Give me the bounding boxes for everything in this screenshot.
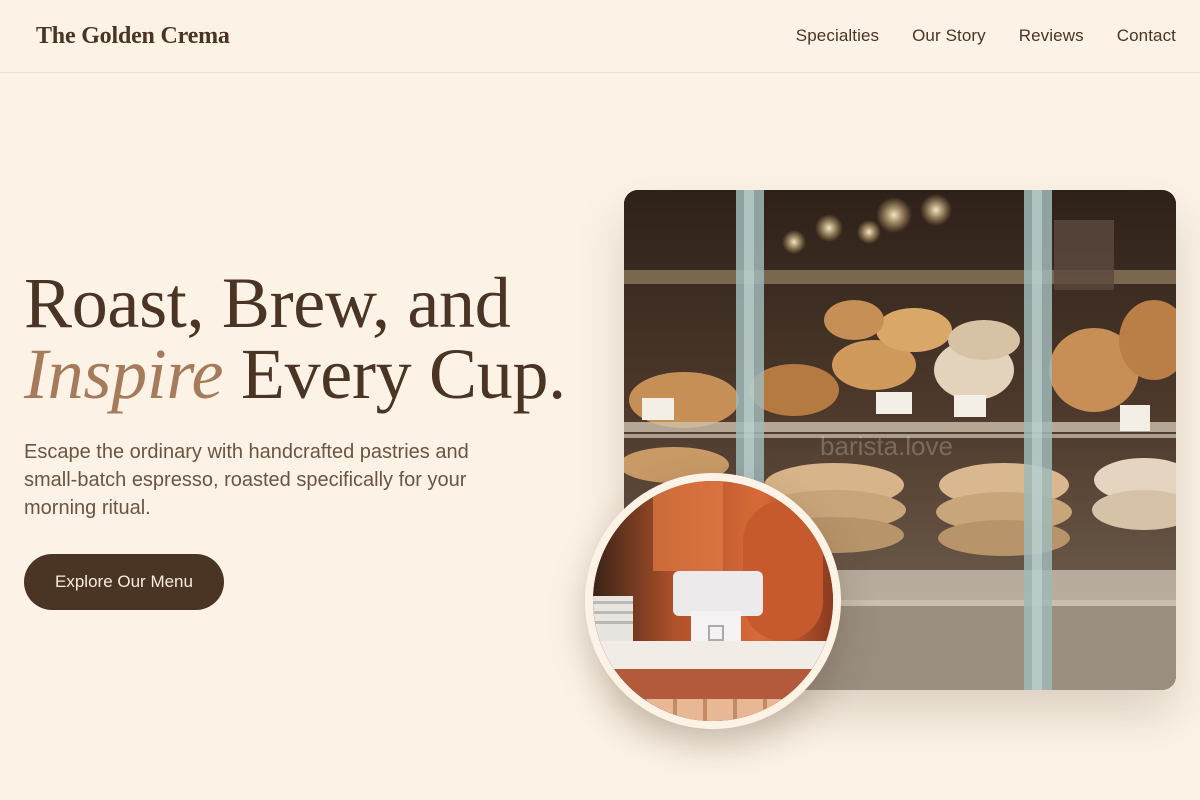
nav-link-specialties[interactable]: Specialties (796, 26, 879, 46)
watermark-text: barista.love (820, 431, 953, 461)
nav-link-our-story[interactable]: Our Story (912, 26, 986, 46)
navbar: The Golden Crema Specialties Our Story R… (0, 0, 1200, 73)
site-logo[interactable]: The Golden Crema (36, 23, 230, 50)
nav-link-contact[interactable]: Contact (1117, 26, 1176, 46)
hero-title: Roast, Brew, and Inspire Every Cup. (24, 267, 566, 410)
hero-title-line2: Every Cup. (223, 334, 566, 414)
explore-menu-button[interactable]: Explore Our Menu (24, 554, 224, 610)
hero-title-accent: Inspire (24, 334, 224, 414)
hero-title-line1: Roast, Brew, and (24, 263, 511, 343)
hero-description: Escape the ordinary with handcrafted pas… (24, 441, 469, 519)
nav-link-reviews[interactable]: Reviews (1019, 26, 1084, 46)
nav-links: Specialties Our Story Reviews Contact (796, 26, 1176, 46)
cafe-counter-photo (585, 473, 841, 729)
